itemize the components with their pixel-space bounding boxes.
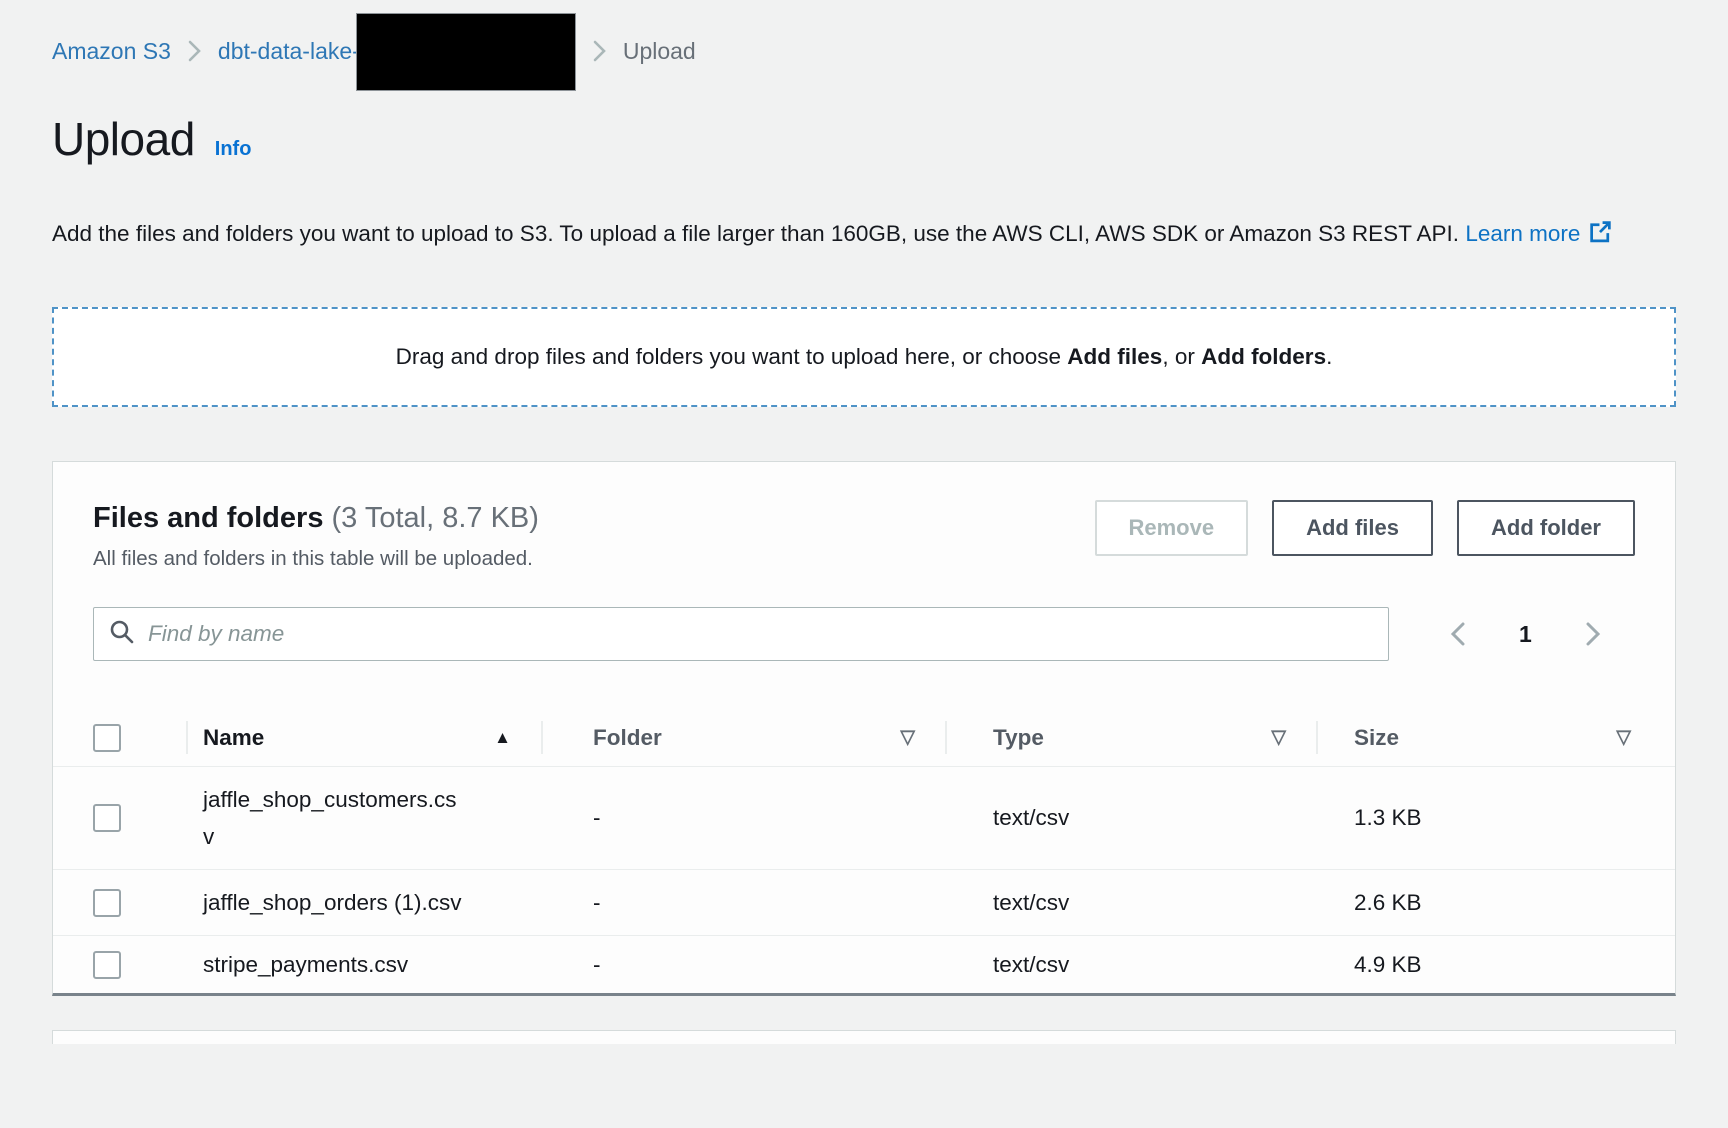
next-section-panel-edge: [52, 1030, 1676, 1044]
table-row[interactable]: stripe_payments.csv - text/csv 4.9 KB: [53, 936, 1675, 993]
column-label-size: Size: [1354, 725, 1399, 751]
panel-count-summary: (3 Total, 8.7 KB): [332, 502, 539, 534]
drag-and-drop-zone[interactable]: Drag and drop files and folders you want…: [52, 307, 1676, 407]
search-and-pagination-row: 1: [93, 607, 1635, 661]
panel-actions: Remove Add files Add folder: [1095, 500, 1636, 571]
row-checkbox[interactable]: [93, 951, 121, 979]
previous-page-icon[interactable]: [1443, 616, 1473, 652]
breadcrumb-amazon-s3-link[interactable]: Amazon S3: [52, 38, 171, 65]
file-type: text/csv: [945, 805, 1316, 831]
sort-down-icon[interactable]: ▽: [1616, 726, 1631, 749]
table-row[interactable]: jaffle_shop_orders (1).csv - text/csv 2.…: [53, 870, 1675, 936]
redacted-bucket-name: [356, 13, 576, 91]
select-all-checkbox[interactable]: [93, 724, 121, 752]
add-files-button[interactable]: Add files: [1272, 500, 1433, 556]
column-label-type: Type: [993, 725, 1044, 751]
column-label-folder: Folder: [593, 725, 662, 751]
select-all-cell: [53, 724, 186, 752]
file-folder: -: [541, 890, 945, 916]
breadcrumb-current-upload: Upload: [623, 38, 696, 65]
files-table: Name ▲ Folder ▽ Type ▽ Size ▽ jaffl: [53, 709, 1675, 993]
remove-button[interactable]: Remove: [1095, 500, 1249, 556]
add-folder-button[interactable]: Add folder: [1457, 500, 1635, 556]
row-checkbox[interactable]: [93, 889, 121, 917]
info-link[interactable]: Info: [215, 138, 252, 161]
chevron-right-icon: [187, 39, 202, 63]
learn-more-link[interactable]: Learn more: [1465, 221, 1613, 246]
search-icon: [108, 618, 136, 651]
file-name: stripe_payments.csv: [203, 946, 465, 983]
s3-upload-page: Amazon S3 dbt-data-lake- Upload Upload I…: [0, 0, 1728, 1044]
search-input[interactable]: [148, 621, 1374, 647]
external-link-icon: [1588, 217, 1613, 257]
panel-header-text: Files and folders (3 Total, 8.7 KB) All …: [93, 486, 539, 571]
column-header-name[interactable]: Name ▲: [186, 709, 541, 766]
column-label-name: Name: [203, 725, 264, 751]
column-header-size[interactable]: Size ▽: [1316, 709, 1675, 766]
pagination: 1: [1443, 616, 1608, 652]
file-size: 4.9 KB: [1316, 952, 1675, 978]
column-header-type[interactable]: Type ▽: [945, 709, 1316, 766]
file-size: 1.3 KB: [1316, 805, 1675, 831]
table-header-row: Name ▲ Folder ▽ Type ▽ Size ▽: [53, 709, 1675, 767]
panel-description: All files and folders in this table will…: [93, 547, 539, 571]
file-type: text/csv: [945, 890, 1316, 916]
learn-more-label: Learn more: [1465, 221, 1580, 246]
dropzone-text: Drag and drop files and folders you want…: [396, 344, 1333, 370]
file-type: text/csv: [945, 952, 1316, 978]
bucket-name-prefix[interactable]: dbt-data-lake-: [218, 38, 360, 64]
sort-ascending-icon[interactable]: ▲: [494, 728, 511, 748]
column-header-folder[interactable]: Folder ▽: [541, 709, 945, 766]
file-size: 2.6 KB: [1316, 890, 1675, 916]
breadcrumb-bucket-link[interactable]: dbt-data-lake-: [218, 38, 576, 65]
breadcrumb: Amazon S3 dbt-data-lake- Upload: [52, 0, 1676, 72]
intro-paragraph: Add the files and folders you want to up…: [52, 214, 1662, 257]
page-title: Upload: [52, 112, 195, 166]
file-folder: -: [541, 805, 945, 831]
file-folder: -: [541, 952, 945, 978]
sort-down-icon[interactable]: ▽: [900, 726, 915, 749]
table-row[interactable]: jaffle_shop_customers.csv - text/csv 1.3…: [53, 767, 1675, 870]
panel-header: Files and folders (3 Total, 8.7 KB) All …: [53, 462, 1675, 571]
files-and-folders-panel: Files and folders (3 Total, 8.7 KB) All …: [52, 461, 1676, 996]
panel-title: Files and folders: [93, 502, 323, 534]
intro-text: Add the files and folders you want to up…: [52, 221, 1465, 246]
next-page-icon[interactable]: [1578, 616, 1608, 652]
row-checkbox[interactable]: [93, 804, 121, 832]
chevron-right-icon: [592, 39, 607, 63]
sort-down-icon[interactable]: ▽: [1271, 726, 1286, 749]
current-page-number[interactable]: 1: [1519, 621, 1532, 648]
file-name: jaffle_shop_customers.csv: [203, 781, 465, 855]
page-header: Upload Info: [52, 112, 1676, 166]
file-name: jaffle_shop_orders (1).csv: [203, 884, 465, 921]
search-box[interactable]: [93, 607, 1389, 661]
